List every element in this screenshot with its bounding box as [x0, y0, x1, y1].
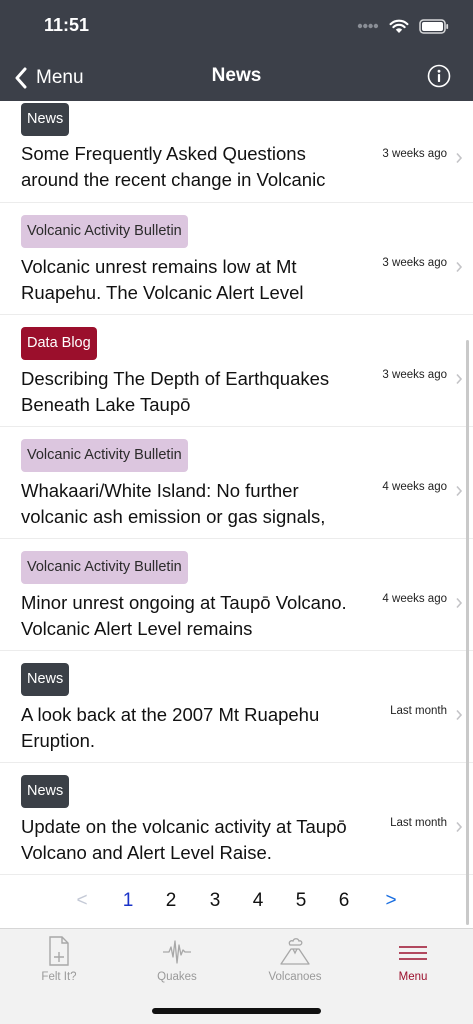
page-1-button[interactable]: 1: [116, 890, 140, 912]
tab-label: Volcanoes: [268, 971, 322, 983]
news-title: Update on the volcanic activity at Taupō…: [21, 816, 347, 863]
category-badge: News: [21, 775, 70, 808]
scroll-indicator[interactable]: [466, 340, 469, 925]
status-time: 11:51: [44, 15, 90, 35]
news-title: Volcanic unrest remains low at Mt Ruapeh…: [21, 256, 304, 303]
category-badge: Data Blog: [21, 327, 97, 360]
news-item[interactable]: Data Blog Describing The Depth of Earthq…: [0, 315, 473, 427]
info-icon: [427, 64, 451, 88]
category-badge: Volcanic Activity Bulletin: [21, 551, 188, 584]
volcano-icon: [280, 938, 310, 965]
chevron-right-icon: [456, 261, 463, 273]
tab-label: Quakes: [157, 971, 197, 983]
seismograph-icon: [163, 940, 191, 964]
page-2-button[interactable]: 2: [159, 890, 183, 912]
page-6-button[interactable]: 6: [332, 890, 356, 912]
chevron-right-icon: [456, 373, 463, 385]
news-item[interactable]: News Some Frequently Asked Questions aro…: [0, 101, 473, 203]
news-item[interactable]: Volcanic Activity Bulletin Whakaari/Whit…: [0, 427, 473, 539]
menu-icon: [399, 946, 427, 960]
tab-label: Felt It?: [41, 971, 77, 983]
news-item[interactable]: News A look back at the 2007 Mt Ruapehu …: [0, 651, 473, 763]
news-item[interactable]: News Update on the volcanic activity at …: [0, 763, 473, 875]
chevron-right-icon: [456, 597, 463, 609]
tab-label: Menu: [398, 971, 428, 983]
category-badge: Volcanic Activity Bulletin: [21, 439, 188, 472]
chevron-right-icon: [456, 485, 463, 497]
wifi-icon: [389, 19, 409, 33]
news-time: 3 weeks ago: [382, 369, 447, 381]
chevron-right-icon: [456, 709, 463, 721]
news-time: 4 weeks ago: [382, 481, 447, 493]
page-title: News: [211, 65, 262, 86]
pagination: < 1 2 3 4 5 6 >: [0, 876, 473, 928]
prev-page-button[interactable]: <: [70, 890, 94, 912]
category-badge: News: [21, 663, 70, 696]
chevron-right-icon: [456, 152, 463, 164]
news-time: Last month: [390, 705, 447, 717]
battery-icon: [419, 18, 449, 34]
news-time: Last month: [390, 817, 447, 829]
news-time: 3 weeks ago: [382, 148, 447, 160]
news-item[interactable]: Volcanic Activity Bulletin Volcanic unre…: [0, 203, 473, 315]
news-title: Describing The Depth of Earthquakes Bene…: [21, 368, 330, 415]
status-icons: [357, 16, 449, 36]
news-list[interactable]: News Some Frequently Asked Questions aro…: [0, 101, 473, 928]
cellular-signal-icon: [357, 23, 379, 29]
home-indicator: [152, 1008, 321, 1014]
category-badge: Volcanic Activity Bulletin: [21, 215, 188, 248]
tab-felt-it[interactable]: Felt It?: [9, 935, 109, 989]
news-time: 4 weeks ago: [382, 593, 447, 605]
felt-it-icon: [49, 936, 69, 966]
tab-volcanoes[interactable]: Volcanoes: [245, 935, 345, 989]
news-time: 3 weeks ago: [382, 257, 447, 269]
tab-menu[interactable]: Menu: [363, 935, 463, 989]
news-item[interactable]: Volcanic Activity Bulletin Minor unrest …: [0, 539, 473, 651]
navigation-bar: Menu News: [0, 56, 473, 100]
info-button[interactable]: [427, 64, 451, 88]
news-title: Whakaari/White Island: No further volcan…: [21, 480, 326, 527]
chevron-right-icon: [456, 821, 463, 833]
news-title: Some Frequently Asked Questions around t…: [21, 143, 326, 190]
page-3-button[interactable]: 3: [203, 890, 227, 912]
page-4-button[interactable]: 4: [246, 890, 270, 912]
next-page-button[interactable]: >: [379, 890, 403, 912]
news-title: Minor unrest ongoing at Taupō Volcano. V…: [21, 592, 347, 639]
page-5-button[interactable]: 5: [289, 890, 313, 912]
news-title: A look back at the 2007 Mt Ruapehu Erupt…: [21, 704, 320, 751]
top-bar: 11:51 Menu News: [0, 0, 473, 101]
category-badge: News: [21, 103, 70, 136]
tab-quakes[interactable]: Quakes: [127, 935, 227, 989]
